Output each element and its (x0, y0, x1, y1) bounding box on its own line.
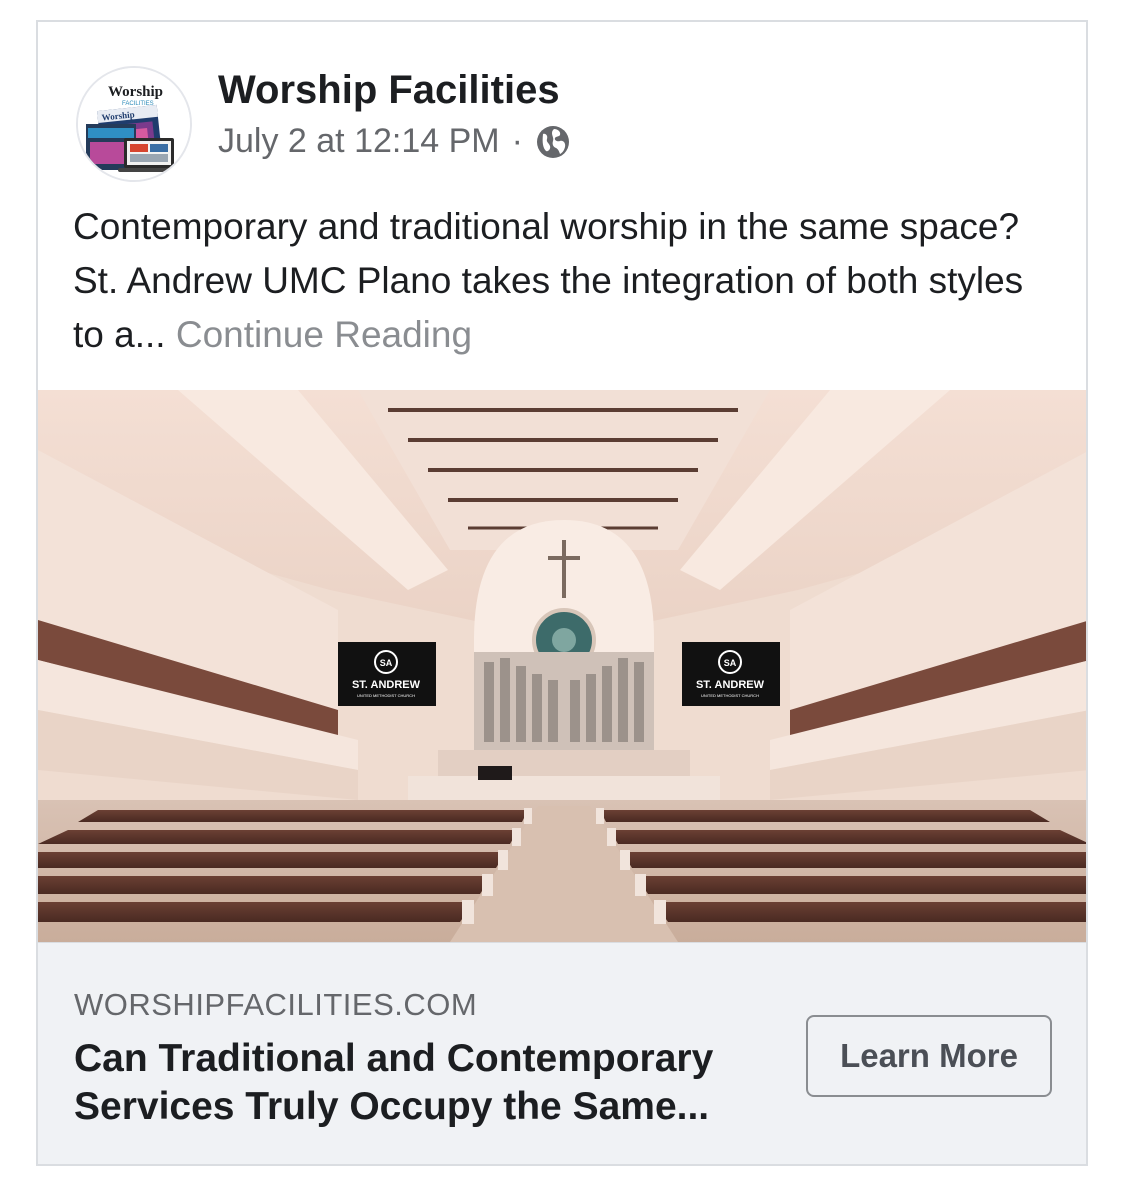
link-domain: WORSHIPFACILITIES.COM (74, 987, 478, 1022)
page-name-link[interactable]: Worship Facilities (218, 68, 560, 113)
screen-left: SA ST. ANDREW UNITED METHODIST CHURCH (338, 642, 436, 706)
globe-icon[interactable] (535, 124, 571, 160)
post-card: Worship FACILITIES Worship Worship Facil… (36, 20, 1088, 1166)
screen-title: ST. ANDREW (696, 679, 765, 691)
post-text: Contemporary and traditional worship in … (73, 200, 1063, 362)
screen-subtitle: UNITED METHODIST CHURCH (357, 693, 415, 698)
continue-reading-link[interactable]: Continue Reading (176, 314, 472, 355)
screen-right: SA ST. ANDREW UNITED METHODIST CHURCH (682, 642, 780, 706)
post-timestamp[interactable]: July 2 at 12:14 PM (218, 122, 500, 161)
screen-subtitle: UNITED METHODIST CHURCH (701, 693, 759, 698)
screen-logo: SA (724, 658, 737, 668)
sanctuary-photo[interactable]: SA ST. ANDREW UNITED METHODIST CHURCH SA… (38, 390, 1088, 942)
logo-text: Worship (108, 84, 163, 100)
screen-title: ST. ANDREW (352, 679, 421, 691)
post-meta: July 2 at 12:14 PM · (218, 122, 571, 161)
post-header: Worship FACILITIES Worship Worship Facil… (38, 22, 1086, 192)
learn-more-button[interactable]: Learn More (806, 1015, 1052, 1097)
page-avatar[interactable]: Worship FACILITIES Worship (76, 66, 192, 182)
worship-facilities-logo: Worship FACILITIES Worship (78, 68, 190, 180)
link-title[interactable]: Can Traditional and Contemporary Service… (74, 1035, 774, 1131)
link-preview[interactable]: WORSHIPFACILITIES.COM Can Traditional an… (38, 942, 1086, 1164)
screen-logo: SA (380, 658, 393, 668)
meta-separator: · (511, 122, 523, 160)
